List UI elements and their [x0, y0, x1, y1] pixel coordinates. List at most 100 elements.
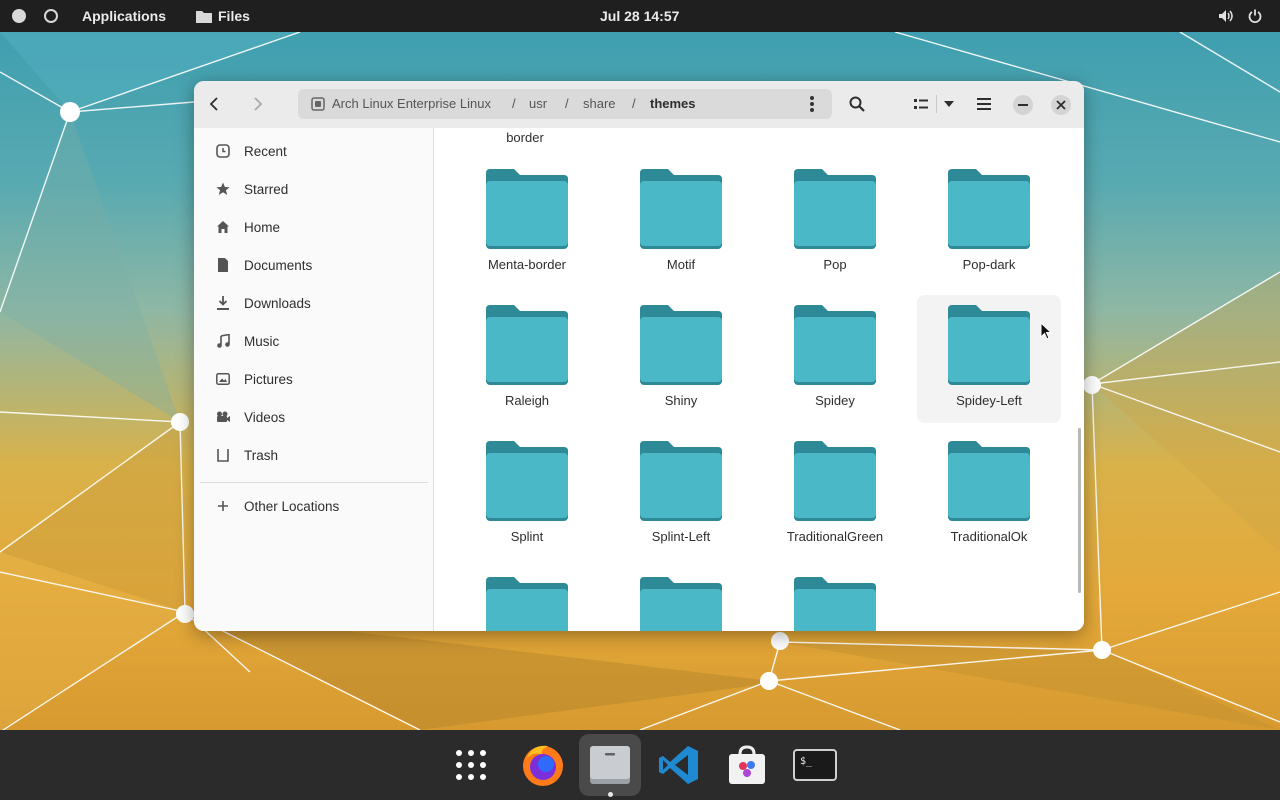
- plus-icon: [214, 497, 232, 515]
- sidebar-item-home[interactable]: Home: [202, 210, 427, 244]
- header-bar: Arch Linux Enterprise Linux / usr / shar…: [194, 81, 1084, 128]
- applications-menu[interactable]: Applications: [82, 0, 166, 32]
- folder-item[interactable]: Pop-dark: [917, 163, 1061, 291]
- sidebar-item-label: Pictures: [244, 371, 293, 387]
- files-icon: [590, 746, 630, 784]
- activities-dot-icon[interactable]: [12, 0, 26, 32]
- power-icon[interactable]: [1248, 0, 1262, 32]
- vertical-dots-icon: [810, 96, 814, 112]
- folder-item[interactable]: TraditionalOk: [917, 435, 1061, 563]
- view-options-dropdown[interactable]: [938, 89, 960, 119]
- close-icon: [1056, 100, 1066, 110]
- folder-label: TraditionalOk: [950, 529, 1028, 544]
- folder-item[interactable]: Splint-Left: [609, 435, 753, 563]
- vertical-scrollbar[interactable]: [1078, 428, 1081, 593]
- folder-item[interactable]: Splint: [455, 435, 599, 563]
- view-mode-button[interactable]: [906, 89, 936, 119]
- close-button[interactable]: [1051, 95, 1071, 115]
- sidebar-item-starred[interactable]: Starred: [202, 172, 427, 206]
- path-segment-root[interactable]: Arch Linux Enterprise Linux: [332, 96, 491, 111]
- path-segment-usr[interactable]: usr: [529, 96, 547, 111]
- files-launcher[interactable]: [579, 734, 641, 797]
- folder-item[interactable]: Shiny: [609, 299, 753, 427]
- folder-item-hovered[interactable]: Spidey-Left: [917, 295, 1061, 423]
- sidebar-item-label: Videos: [244, 409, 286, 425]
- path-separator: /: [565, 96, 569, 111]
- software-store-launcher[interactable]: [716, 734, 778, 796]
- folder-item[interactable]: Spidey: [763, 299, 907, 427]
- folder-icon: [196, 9, 212, 23]
- sidebar-item-pictures[interactable]: Pictures: [202, 362, 427, 396]
- sidebar-item-downloads[interactable]: Downloads: [202, 286, 427, 320]
- star-icon: [214, 180, 232, 198]
- files-window: Arch Linux Enterprise Linux / usr / shar…: [194, 81, 1084, 631]
- folder-item[interactable]: Pop: [763, 163, 907, 291]
- folder-label: Menta-border: [487, 257, 567, 272]
- sidebar-item-label: Documents: [244, 257, 313, 273]
- chevron-right-icon: [254, 97, 263, 111]
- sidebar-item-trash[interactable]: Trash: [202, 438, 427, 472]
- folder-icon: [486, 305, 568, 385]
- folder-item[interactable]: [455, 571, 599, 631]
- minimize-button[interactable]: [1013, 95, 1033, 115]
- path-menu-button[interactable]: [809, 95, 815, 116]
- sidebar-item-label: Recent: [244, 143, 287, 159]
- main-menu-button[interactable]: [969, 89, 999, 119]
- document-icon: [214, 256, 232, 274]
- folder-icon: [486, 577, 568, 631]
- drive-icon: [311, 97, 325, 114]
- sidebar-item-other-locations[interactable]: Other Locations: [202, 489, 427, 523]
- folder-label: Spidey: [815, 393, 855, 408]
- top-bar: Applications Files Jul 28 14:57: [0, 0, 1280, 32]
- download-icon: [214, 294, 232, 312]
- folder-label: Pop: [823, 257, 847, 272]
- folder-icon: [640, 441, 722, 521]
- sidebar-item-videos[interactable]: Videos: [202, 400, 427, 434]
- path-segment-themes[interactable]: themes: [650, 96, 696, 111]
- folder-item[interactable]: border: [453, 128, 597, 152]
- firefox-launcher[interactable]: [512, 734, 574, 796]
- folder-icon: [794, 305, 876, 385]
- folder-item[interactable]: [609, 571, 753, 631]
- folder-icon: [640, 577, 722, 631]
- sidebar-item-label: Downloads: [244, 295, 311, 311]
- sidebar-item-music[interactable]: Music: [202, 324, 427, 358]
- running-indicator: [608, 792, 613, 797]
- workspace-ring-icon[interactable]: [44, 0, 58, 32]
- folder-label: Pop-dark: [962, 257, 1016, 272]
- sidebar-item-label: Starred: [244, 181, 289, 197]
- terminal-launcher[interactable]: $_: [784, 734, 846, 796]
- folder-item[interactable]: Raleigh: [455, 299, 599, 427]
- music-icon: [214, 332, 232, 350]
- sidebar-divider: [200, 482, 428, 483]
- folder-item[interactable]: [763, 571, 907, 631]
- files-app-menu[interactable]: Files: [196, 0, 250, 32]
- path-segment-share[interactable]: share: [583, 96, 616, 111]
- sidebar-item-label: Home: [244, 219, 281, 235]
- volume-icon[interactable]: [1218, 0, 1234, 32]
- search-button[interactable]: [842, 89, 872, 119]
- hamburger-icon: [977, 98, 991, 110]
- folder-item[interactable]: Menta-border: [455, 163, 599, 291]
- vscode-launcher[interactable]: [648, 734, 710, 796]
- folder-label: Shiny: [664, 393, 698, 408]
- picture-icon: [214, 370, 232, 388]
- places-sidebar: Recent Starred Home Documents Downloads …: [194, 128, 434, 631]
- folder-icon: [794, 441, 876, 521]
- folder-item[interactable]: TraditionalGreen: [763, 435, 907, 563]
- sidebar-item-recent[interactable]: Recent: [202, 134, 427, 168]
- forward-button[interactable]: [242, 89, 272, 119]
- folder-icon: [948, 169, 1030, 249]
- sidebar-item-documents[interactable]: Documents: [202, 248, 427, 282]
- folder-item[interactable]: Motif: [609, 163, 753, 291]
- clock[interactable]: Jul 28 14:57: [600, 0, 679, 32]
- list-view-icon: [914, 99, 928, 109]
- folder-icon: [486, 169, 568, 249]
- minimize-icon: [1018, 104, 1028, 106]
- sidebar-item-label: Other Locations: [244, 498, 340, 514]
- home-icon: [214, 218, 232, 236]
- app-grid-button[interactable]: [440, 734, 502, 796]
- trash-icon: [214, 446, 232, 464]
- dock: $_: [0, 730, 1280, 800]
- back-button[interactable]: [200, 89, 230, 119]
